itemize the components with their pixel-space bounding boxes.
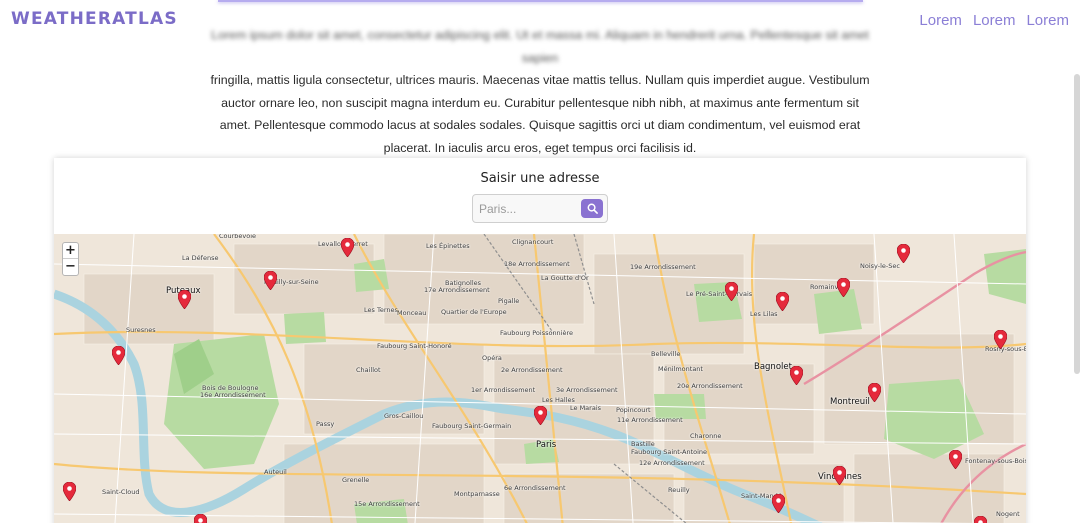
- map-place-label: Courbevoie: [219, 234, 257, 240]
- map-place-label: 2e Arrondissement: [501, 366, 563, 374]
- map-card: Saisir une adresse Paris... + − Courbevo…: [54, 158, 1026, 523]
- map-place-label: Bastille: [631, 440, 655, 448]
- map-marker-pin-icon[interactable]: [177, 289, 192, 310]
- map-marker-pin-icon[interactable]: [867, 382, 882, 403]
- map-place-label: Quartier de l'Europe: [441, 308, 507, 316]
- map-place-label: Paris: [536, 440, 557, 450]
- nav-link-2[interactable]: Lorem: [973, 12, 1016, 29]
- map-place-label: Charonne: [690, 432, 722, 440]
- map-place-label: 3e Arrondissement: [556, 386, 618, 394]
- zoom-control: + −: [62, 242, 79, 276]
- map-marker-pin-icon[interactable]: [896, 243, 911, 264]
- map-place-label: Pigalle: [498, 297, 520, 305]
- map-place-label: Fontenay-sous-Bois: [965, 457, 1026, 465]
- map-marker-pin-icon[interactable]: [948, 449, 963, 470]
- map-place-label: Nogent: [996, 510, 1020, 518]
- map-marker-pin-icon[interactable]: [993, 329, 1008, 350]
- map-place-label: Gros-Caillou: [384, 412, 424, 420]
- search-button[interactable]: [581, 199, 603, 218]
- map-place-label: Suresnes: [126, 326, 156, 334]
- map-marker-pin-icon[interactable]: [533, 405, 548, 426]
- address-input[interactable]: [479, 200, 579, 218]
- map-place-label: 11e Arrondissement: [617, 416, 683, 424]
- map-place-label: 20e Arrondissement: [677, 382, 743, 390]
- map-place-label: La Goutte d'Or: [541, 274, 589, 282]
- map-place-label: Les Lilas: [750, 310, 778, 318]
- map-place-label: Saint-Cloud: [102, 488, 140, 496]
- map-marker-pin-icon[interactable]: [111, 345, 126, 366]
- map-place-label: Faubourg Saint-Honoré: [377, 342, 452, 350]
- intro-text: fringilla, mattis ligula consectetur, ul…: [210, 73, 870, 155]
- map-place-label: Les Halles: [542, 396, 575, 404]
- map-place-label: Le Marais: [570, 404, 602, 412]
- top-accent-bar: [218, 0, 863, 2]
- map-marker-pin-icon[interactable]: [62, 481, 77, 502]
- top-nav: Lorem Lorem Lorem: [919, 12, 1069, 29]
- map-place-label: Opéra: [482, 354, 502, 362]
- map-place-label: Reuilly: [668, 486, 690, 494]
- map-marker-pin-icon[interactable]: [193, 513, 208, 523]
- map-place-label: Montreuil: [830, 397, 870, 407]
- map-place-label: Belleville: [651, 350, 681, 358]
- map-place-label: Montparnasse: [454, 490, 500, 498]
- map-marker-pin-icon[interactable]: [789, 365, 804, 386]
- map-marker-pin-icon[interactable]: [775, 291, 790, 312]
- map-place-label: 19e Arrondissement: [630, 263, 696, 271]
- map-marker-pin-icon[interactable]: [340, 237, 355, 258]
- map-place-label: 17e Arrondissement: [424, 286, 490, 294]
- scrollbar[interactable]: [1074, 74, 1080, 374]
- map-tiles: [54, 234, 1026, 523]
- map-marker-pin-icon[interactable]: [771, 493, 786, 514]
- map-marker-pin-icon[interactable]: [836, 277, 851, 298]
- zoom-in-button[interactable]: +: [63, 243, 78, 259]
- map-place-label: 12e Arrondissement: [639, 459, 705, 467]
- map-place-label: 6e Arrondissement: [504, 484, 566, 492]
- intro-blurred-line: Lorem ipsum dolor sit amet, consectetur …: [211, 28, 869, 65]
- map-marker-pin-icon[interactable]: [724, 281, 739, 302]
- map-place-label: Clignancourt: [512, 238, 554, 246]
- search-icon: [587, 203, 598, 214]
- map-place-label: 1er Arrondissement: [471, 386, 536, 394]
- map-place-label: Bagnolet: [754, 362, 792, 372]
- nav-link-1[interactable]: Lorem: [919, 12, 962, 29]
- map-place-label: 15e Arrondissement: [354, 500, 420, 508]
- map-marker-pin-icon[interactable]: [973, 515, 988, 523]
- map-place-label: Noisy-le-Sec: [860, 262, 900, 270]
- map-place-label: Chaillot: [356, 366, 381, 374]
- map-place-label: Batignolles: [445, 279, 482, 287]
- map-place-label: La Défense: [182, 254, 219, 262]
- map-place-label: 18e Arrondissement: [504, 260, 570, 268]
- map-place-label: Le Pré-Saint-Gervais: [686, 290, 753, 298]
- map-place-label: Faubourg Saint-Germain: [432, 422, 512, 430]
- address-title: Saisir une adresse: [480, 171, 600, 186]
- nav-link-3[interactable]: Lorem: [1026, 12, 1069, 29]
- intro-paragraph: Lorem ipsum dolor sit amet, consectetur …: [210, 24, 870, 159]
- brand-logo[interactable]: WEATHERATLAS: [11, 9, 178, 29]
- map-place-label: Popincourt: [616, 406, 651, 414]
- address-search-box: [472, 194, 608, 223]
- map-place-label: Passy: [316, 420, 335, 428]
- map-place-label: Faubourg Saint-Antoine: [631, 448, 708, 456]
- map-place-label: Auteuil: [264, 468, 287, 476]
- map-place-label: 16e Arrondissement: [200, 391, 266, 399]
- map-place-label: Ménilmontant: [658, 365, 703, 373]
- map-place-label: Monceau: [397, 309, 427, 317]
- map-view[interactable]: + − CourbevoieLa DéfensePuteauxSuresnesB…: [54, 234, 1026, 523]
- map-marker-pin-icon[interactable]: [832, 465, 847, 486]
- map-place-label: Les Épinettes: [426, 242, 470, 250]
- zoom-out-button[interactable]: −: [63, 259, 78, 275]
- map-marker-pin-icon[interactable]: [263, 270, 278, 291]
- map-place-label: Faubourg Poissonnière: [500, 329, 574, 337]
- map-place-label: Grenelle: [342, 476, 370, 484]
- map-place-label: Les Ternes: [364, 306, 398, 314]
